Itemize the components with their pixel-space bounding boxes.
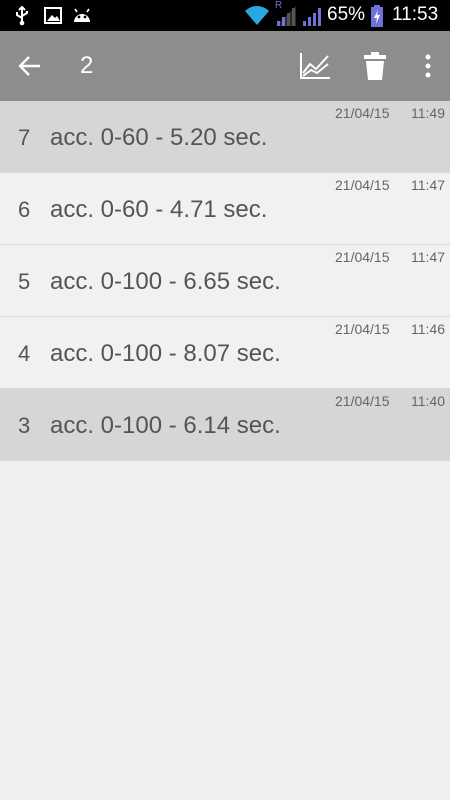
page-title: 2: [80, 52, 94, 79]
record-number: 4: [18, 341, 31, 366]
signal-icon-2: [300, 5, 324, 32]
usb-icon: [14, 5, 30, 31]
back-button[interactable]: [8, 31, 52, 101]
record-number: 6: [18, 197, 31, 222]
list-item[interactable]: 4 acc. 0-100 - 8.07 sec. 21/04/15 11:46: [0, 317, 450, 389]
battery-charging-icon: [370, 5, 384, 32]
record-time: 11:47: [411, 249, 445, 265]
record-result: acc. 0-100 - 6.14 sec.: [50, 412, 281, 439]
record-time: 11:49: [411, 105, 445, 121]
chart-icon: [300, 53, 330, 79]
record-number: 3: [18, 413, 31, 438]
record-date: 21/04/15: [335, 393, 390, 409]
record-result: acc. 0-100 - 6.65 sec.: [50, 268, 281, 295]
trash-icon: [364, 52, 386, 80]
delete-button[interactable]: [358, 31, 392, 101]
record-time: 11:46: [411, 321, 445, 337]
image-icon: [44, 7, 62, 29]
records-list: 7 acc. 0-60 - 5.20 sec. 21/04/15 11:49 6 acc.…: [0, 101, 450, 461]
overflow-menu-icon: [425, 54, 431, 78]
record-date: 21/04/15: [335, 249, 390, 265]
record-number: 7: [18, 125, 31, 150]
list-item[interactable]: 5 acc. 0-100 - 6.65 sec. 21/04/15 11:47: [0, 245, 450, 317]
clock: 11:53: [392, 4, 439, 25]
signal-icon: [274, 5, 298, 32]
record-date: 21/04/15: [335, 177, 390, 193]
list-item[interactable]: 3 acc. 0-100 - 6.14 sec. 21/04/15 11:40: [0, 389, 450, 461]
android-icon: [72, 8, 92, 28]
record-time: 11:40: [411, 393, 445, 409]
record-result: acc. 0-60 - 5.20 sec.: [50, 124, 268, 151]
record-result: acc. 0-60 - 4.71 sec.: [50, 196, 268, 223]
record-date: 21/04/15: [335, 105, 390, 121]
chart-button[interactable]: [296, 31, 334, 101]
list-item[interactable]: 6 acc. 0-60 - 4.71 sec. 21/04/15 11:47: [0, 173, 450, 245]
record-number: 5: [18, 269, 31, 294]
action-bar: 2: [0, 31, 450, 101]
wifi-icon: [244, 4, 270, 31]
status-bar: R 65% 11:53: [0, 0, 450, 31]
list-item[interactable]: 7 acc. 0-60 - 5.20 sec. 21/04/15 11:49: [0, 101, 450, 173]
battery-percent: 65%: [327, 4, 366, 25]
record-time: 11:47: [411, 177, 445, 193]
record-date: 21/04/15: [335, 321, 390, 337]
record-result: acc. 0-100 - 8.07 sec.: [50, 340, 281, 367]
back-arrow-icon: [18, 56, 40, 76]
overflow-menu-button[interactable]: [414, 31, 442, 101]
